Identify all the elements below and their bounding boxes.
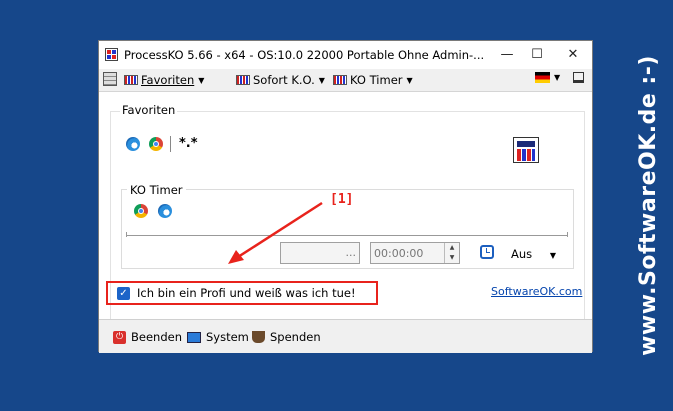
annotation-arrow: [228, 201, 323, 264]
arrow-head: [228, 250, 244, 264]
arrow-shaft: [237, 201, 323, 259]
